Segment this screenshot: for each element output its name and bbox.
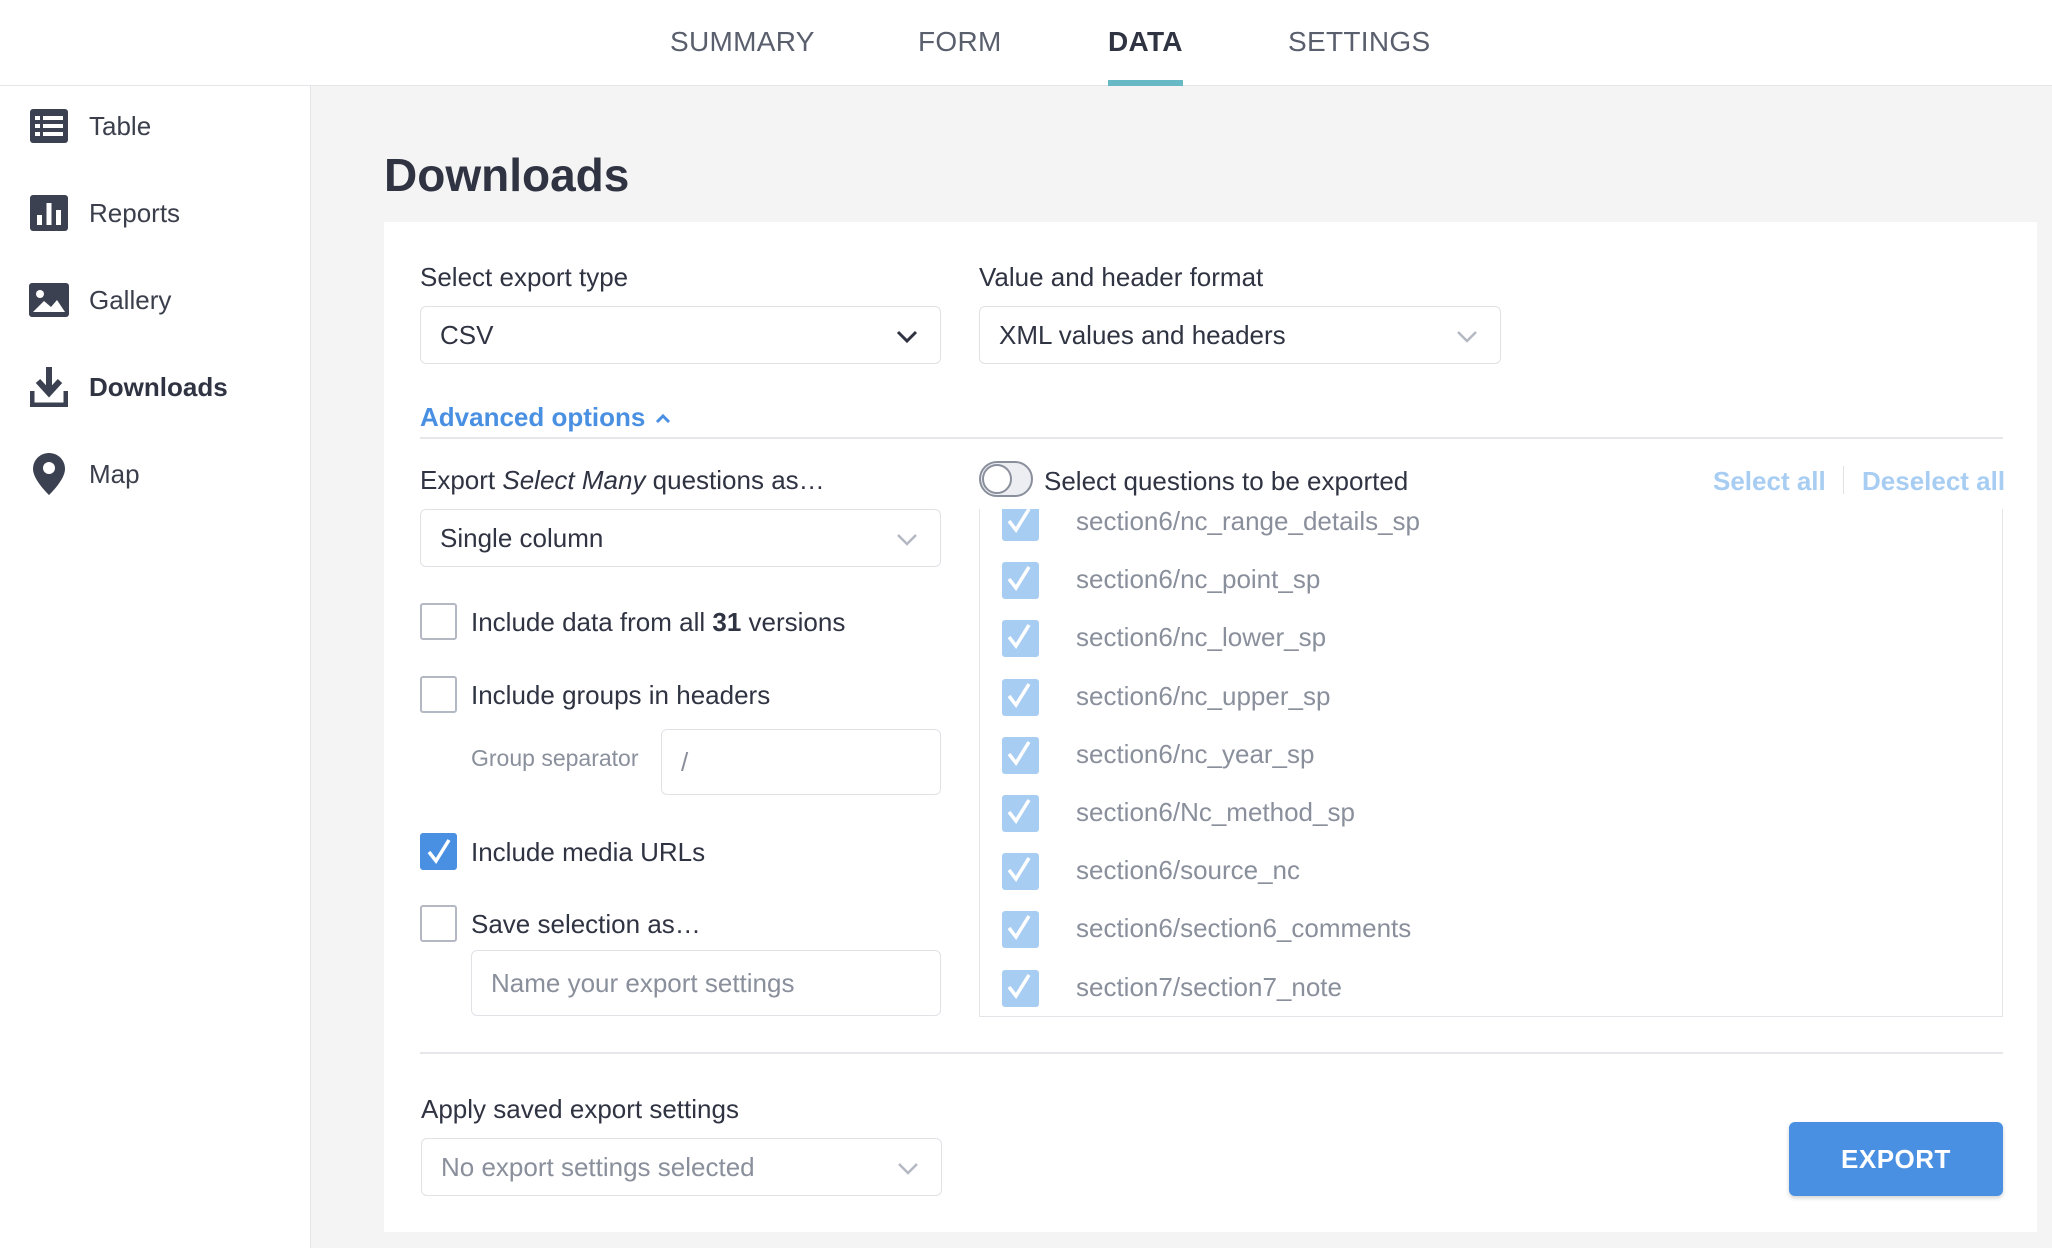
saved-settings-value: No export settings selected [441,1152,755,1182]
image-icon [28,279,70,321]
export-type-select[interactable]: CSV [420,306,941,364]
question-checkbox [1002,737,1039,774]
select-many-label-suffix: questions as… [645,465,825,495]
header-format-value: XML values and headers [999,320,1286,350]
header-format-select[interactable]: XML values and headers [979,306,1501,364]
saved-settings-select[interactable]: No export settings selected [421,1138,942,1196]
header-format-label: Value and header format [979,262,1264,292]
chevron-up-icon [656,413,671,423]
tab-settings[interactable]: SETTINGS [1288,0,1430,86]
sidebar-item-gallery[interactable]: Gallery [0,265,311,335]
chevron-down-icon [1457,331,1477,343]
question-checkbox [1002,970,1039,1007]
select-questions-label: Select questions to be exported [1044,466,1409,496]
table-icon [28,105,70,147]
question-list[interactable]: section6/nc_range_details_sp section6/nc… [979,509,2003,1017]
question-checkbox [1002,911,1039,948]
all-versions-label: Include data from all 31 versions [471,607,845,638]
save-selection-checkbox[interactable] [420,905,457,942]
question-label: section6/source_nc [1076,855,1301,885]
question-label: section6/nc_range_details_sp [1076,509,1421,536]
sidebar-item-label: Map [89,459,140,489]
sidebar-item-downloads[interactable]: Downloads [0,352,311,422]
select-questions-toggle[interactable] [979,461,1033,497]
tab-form[interactable]: FORM [918,0,1002,86]
question-label: section6/Nc_method_sp [1076,797,1355,827]
question-label: section6/section6_comments [1076,913,1412,943]
link-separator [1843,466,1844,494]
select-many-label-prefix: Export [420,465,503,495]
divider [420,1052,2003,1054]
tab-data[interactable]: DATA [1108,0,1183,86]
saved-settings-label: Apply saved export settings [421,1094,739,1124]
chevron-down-icon [897,534,917,546]
question-label: section6/nc_point_sp [1076,564,1321,594]
advanced-options-toggle[interactable]: Advanced options [420,402,673,433]
export-type-label: Select export type [420,262,629,292]
select-many-value: Single column [440,523,604,553]
toggle-knob [982,464,1012,494]
deselect-all-link[interactable]: Deselect all [1862,466,2005,497]
groups-in-headers-checkbox[interactable] [420,676,457,713]
sidebar: Table Reports Gallery Downloads Map [0,86,311,1248]
select-all-link[interactable]: Select all [1713,466,1826,497]
all-versions-suffix: versions [741,607,846,637]
question-label: section6/nc_upper_sp [1076,681,1331,711]
select-many-label-em: Select Many [502,465,646,495]
chevron-down-icon [898,1163,918,1175]
sidebar-item-table[interactable]: Table [0,91,311,161]
sidebar-item-label: Reports [89,198,181,228]
versions-count: 31 [712,607,742,637]
sidebar-item-label: Table [89,111,152,141]
export-button[interactable]: EXPORT [1789,1122,2003,1196]
checkmark-icon [427,839,451,865]
groups-in-headers-label: Include groups in headers [471,680,771,710]
sidebar-item-map[interactable]: Map [0,439,311,509]
advanced-options-label: Advanced options [420,402,646,432]
download-icon [28,366,70,408]
tab-summary[interactable]: SUMMARY [670,0,815,86]
question-checkbox [1002,853,1039,890]
save-selection-label: Save selection as… [471,909,701,939]
sidebar-item-label: Gallery [89,285,172,315]
question-checkbox [1002,795,1039,832]
question-label: section6/nc_lower_sp [1076,622,1327,652]
top-tab-bar: SUMMARY FORM DATA SETTINGS [0,0,2052,86]
select-many-label: Export Select Many questions as… [420,465,825,496]
question-label: section6/nc_year_sp [1076,739,1315,769]
export-type-value: CSV [440,320,494,350]
question-checkbox [1002,509,1039,541]
media-urls-label: Include media URLs [471,837,706,867]
bar-chart-icon [28,192,70,234]
group-separator-input[interactable] [661,729,941,795]
export-settings-name-input[interactable] [471,950,941,1016]
all-versions-prefix: Include data from all [471,607,713,637]
question-checkbox [1002,620,1039,657]
question-checkbox [1002,679,1039,716]
media-urls-checkbox[interactable] [420,833,457,870]
page-title: Downloads [384,149,630,201]
sidebar-item-label: Downloads [89,372,228,402]
map-pin-icon [28,453,70,495]
divider [420,437,2003,439]
all-versions-checkbox[interactable] [420,603,457,640]
question-checkbox [1002,562,1039,599]
question-label: section7/section7_note [1076,972,1342,1002]
chevron-down-icon [896,330,918,344]
select-many-select[interactable]: Single column [420,509,941,567]
group-separator-label: Group separator [471,745,639,771]
sidebar-item-reports[interactable]: Reports [0,178,311,248]
